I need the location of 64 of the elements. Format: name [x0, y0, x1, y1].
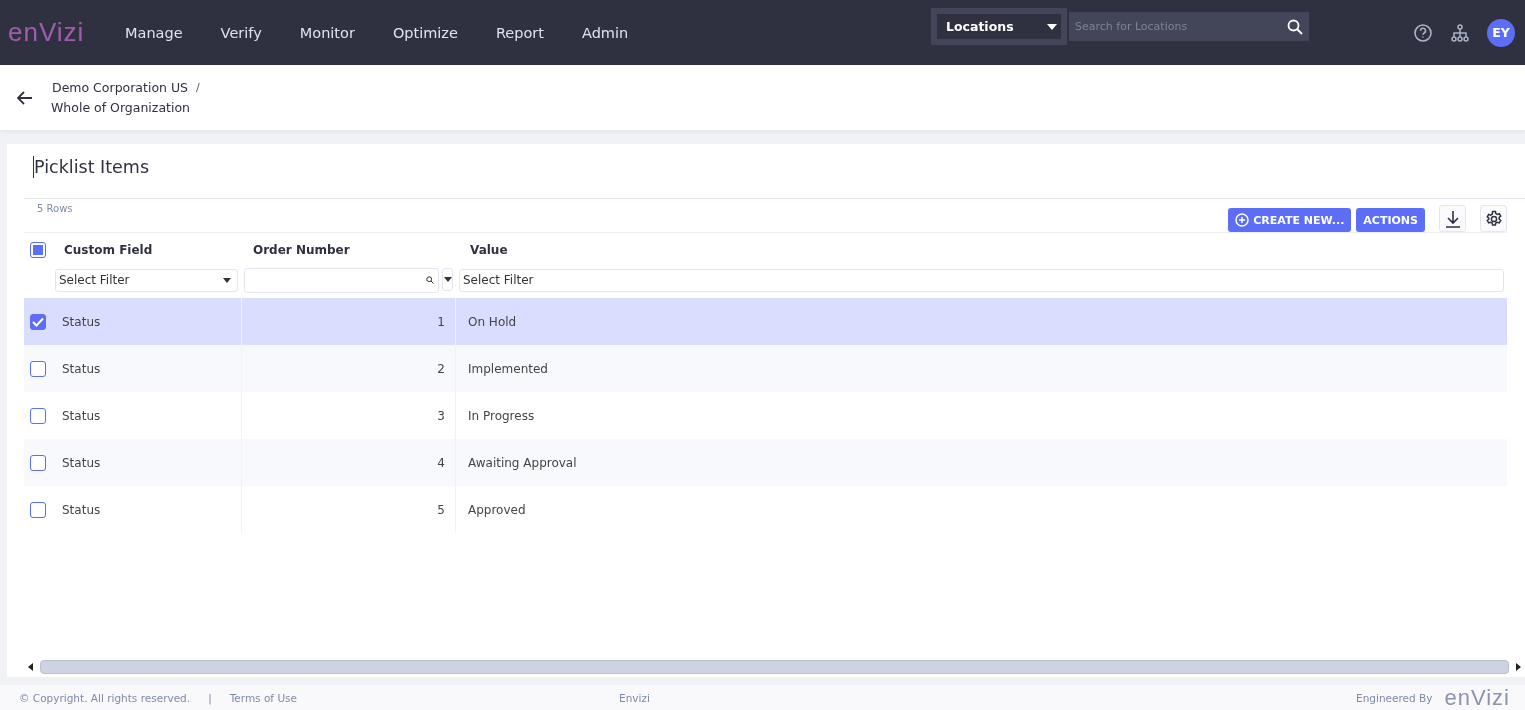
settings-icon: [1484, 209, 1503, 228]
caret-icon: [1047, 23, 1057, 30]
nav-link[interactable]: Monitor: [280, 24, 374, 41]
table-cell-text: Status: [61, 408, 102, 423]
table-cell: 5: [241, 486, 456, 533]
terms-link[interactable]: Terms of Use: [229, 691, 297, 704]
table-cell-text: Status: [61, 314, 102, 329]
scroll-right-icon[interactable]: [1515, 663, 1521, 671]
engineered-by-text: Engineered By: [1356, 691, 1433, 704]
row-checkbox[interactable]: [30, 454, 46, 471]
download-button[interactable]: [1439, 205, 1466, 232]
row-checkbox[interactable]: [30, 501, 46, 518]
help-icon[interactable]: [1413, 22, 1433, 43]
table-cell-text: Status: [61, 361, 102, 376]
footer-logo: enVizi: [1444, 684, 1510, 710]
user-avatar[interactable]: EY: [1487, 18, 1515, 47]
nav-link[interactable]: Manage: [106, 24, 202, 41]
actions-button[interactable]: ACTIONS: [1356, 208, 1425, 232]
row-checkbox[interactable]: [30, 407, 46, 424]
filter-dropdown[interactable]: Select Filter: [55, 268, 238, 292]
filter-field[interactable]: Select Filter: [459, 268, 1504, 292]
footer-brand-text: Envizi: [619, 691, 651, 704]
table-cell-text: Implemented: [467, 361, 549, 376]
back-arrow-icon[interactable]: [17, 90, 33, 105]
scroll-left-icon[interactable]: [28, 663, 34, 671]
row-checkbox[interactable]: [30, 313, 46, 330]
column-header[interactable]: Order Number: [241, 243, 456, 257]
search-icon[interactable]: [1287, 18, 1303, 35]
table-row[interactable]: Status 4 Awaiting Approval: [24, 439, 1507, 486]
settings-button[interactable]: [1480, 205, 1507, 232]
row-count: 5 Rows: [37, 203, 73, 216]
hierarchy-icon[interactable]: [1451, 23, 1469, 42]
column-header[interactable]: Custom Field: [52, 243, 241, 257]
table-cell-text: In Progress: [467, 408, 536, 423]
breadcrumb-current: Whole of Organization: [51, 100, 191, 115]
footer-separator: |: [208, 691, 212, 704]
row-checkbox[interactable]: [30, 360, 46, 377]
caret-icon: [223, 277, 231, 283]
table-cell-text: On Hold: [467, 314, 518, 329]
breadcrumb-separator: /: [196, 81, 200, 94]
create-new-button[interactable]: CREATE NEW...: [1228, 208, 1352, 232]
table-cell-text: Status: [61, 502, 102, 517]
copyright-text: © Copyright. All rights reserved.: [19, 691, 191, 704]
nav-link[interactable]: Optimize: [373, 24, 477, 41]
filter-field[interactable]: [244, 267, 439, 293]
nav-link[interactable]: Report: [476, 24, 563, 41]
search-field[interactable]: Search for Locations: [1067, 12, 1309, 41]
filter-operator-dropdown[interactable]: [442, 267, 453, 291]
nav-link[interactable]: Admin: [563, 24, 648, 41]
breadcrumb-link[interactable]: Demo Corporation US: [52, 80, 188, 95]
download-icon: [1444, 209, 1461, 228]
scope-dropdown[interactable]: Locations: [931, 8, 1067, 45]
page-title: Picklist Items: [33, 156, 149, 178]
table-cell-text: Status: [61, 455, 102, 470]
search-icon: [426, 276, 434, 284]
table-cell-text: Awaiting Approval: [467, 455, 578, 470]
select-all-checkbox[interactable]: [30, 242, 46, 258]
table-row[interactable]: Status 2 Implemented: [24, 345, 1507, 392]
table-cell-text: Approved: [467, 502, 527, 517]
column-header[interactable]: Value: [456, 243, 1507, 257]
nav-link[interactable]: Verify: [201, 24, 281, 41]
caret-icon: [443, 276, 452, 282]
table-row[interactable]: Status 1 On Hold: [24, 298, 1507, 345]
plus-circle-icon: [1235, 213, 1250, 227]
